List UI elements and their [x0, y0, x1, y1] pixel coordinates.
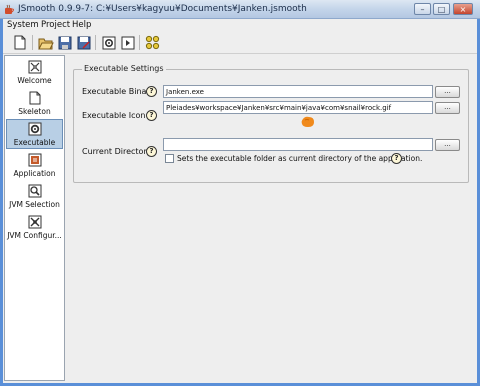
- menu-bar: System Project Help: [3, 19, 477, 32]
- jvm-selection-icon: [28, 184, 41, 198]
- java-cup-icon: [5, 4, 14, 14]
- skeleton-page-icon: [29, 91, 40, 105]
- new-document-icon[interactable]: [11, 34, 28, 51]
- compile-icon[interactable]: [100, 34, 117, 51]
- current-directory-label: Current Directory: [82, 147, 152, 156]
- nav-item-jvm-configuration[interactable]: JVM Configur...: [6, 213, 63, 243]
- current-directory-field[interactable]: [163, 138, 433, 151]
- jvm-configuration-icon: [28, 215, 41, 229]
- toolbar-separator: [139, 35, 140, 50]
- menu-help[interactable]: Help: [72, 20, 91, 30]
- maximize-button[interactable]: □: [433, 3, 450, 15]
- current-directory-checkbox[interactable]: [165, 154, 174, 163]
- menu-system[interactable]: System: [7, 20, 39, 30]
- toolbar: [3, 32, 477, 54]
- open-folder-icon[interactable]: [37, 34, 54, 51]
- nav-item-jvm-selection[interactable]: JVM Selection: [6, 182, 63, 212]
- browse-directory-button[interactable]: ...: [435, 139, 460, 151]
- welcome-icon: [28, 60, 41, 74]
- executable-icon-label: Executable Icon: [82, 111, 146, 120]
- save-icon[interactable]: [56, 34, 73, 51]
- section-navigation: Welcome Skeleton Executable Application …: [4, 55, 65, 381]
- toolbar-separator: [95, 35, 96, 50]
- menu-project[interactable]: Project: [41, 20, 70, 30]
- executable-settings-panel: Executable Settings Executable Binary ? …: [68, 55, 476, 381]
- executable-binary-label: Executable Binary: [82, 87, 155, 96]
- skeleton-icon[interactable]: [144, 34, 161, 51]
- executable-gear-icon: [28, 122, 41, 136]
- browse-icon-button[interactable]: ...: [435, 102, 460, 114]
- window-title: JSmooth 0.9.9-7: C:¥Users¥kagyuu¥Documen…: [18, 4, 307, 14]
- executable-icon-field[interactable]: Pleiades¥workspace¥Janken¥src¥main¥java¥…: [163, 101, 433, 114]
- run-icon[interactable]: [119, 34, 136, 51]
- help-icon[interactable]: ?: [146, 110, 157, 121]
- help-icon[interactable]: ?: [391, 153, 402, 164]
- toolbar-separator: [32, 35, 33, 50]
- minimize-button[interactable]: –: [414, 3, 431, 15]
- nav-item-welcome[interactable]: Welcome: [6, 58, 63, 88]
- application-icon: [28, 153, 41, 167]
- close-button[interactable]: ×: [453, 3, 473, 15]
- icon-preview-rock-icon: [301, 116, 314, 127]
- nav-item-skeleton[interactable]: Skeleton: [6, 89, 63, 119]
- nav-item-application[interactable]: Application: [6, 151, 63, 181]
- help-icon[interactable]: ?: [146, 146, 157, 157]
- group-title: Executable Settings: [82, 64, 166, 73]
- help-icon[interactable]: ?: [146, 86, 157, 97]
- browse-binary-button[interactable]: ...: [435, 86, 460, 98]
- title-bar[interactable]: JSmooth 0.9.9-7: C:¥Users¥kagyuu¥Documen…: [0, 0, 480, 19]
- client-area: System Project Help Welcome Skeleton Exe…: [3, 19, 477, 383]
- nav-item-executable[interactable]: Executable: [6, 119, 63, 149]
- executable-binary-field[interactable]: Janken.exe: [163, 85, 433, 98]
- current-directory-checkbox-label: Sets the executable folder as current di…: [177, 154, 423, 163]
- save-as-icon[interactable]: [75, 34, 92, 51]
- executable-settings-group: Executable Settings Executable Binary ? …: [73, 64, 469, 183]
- application-window: JSmooth 0.9.9-7: C:¥Users¥kagyuu¥Documen…: [0, 0, 480, 386]
